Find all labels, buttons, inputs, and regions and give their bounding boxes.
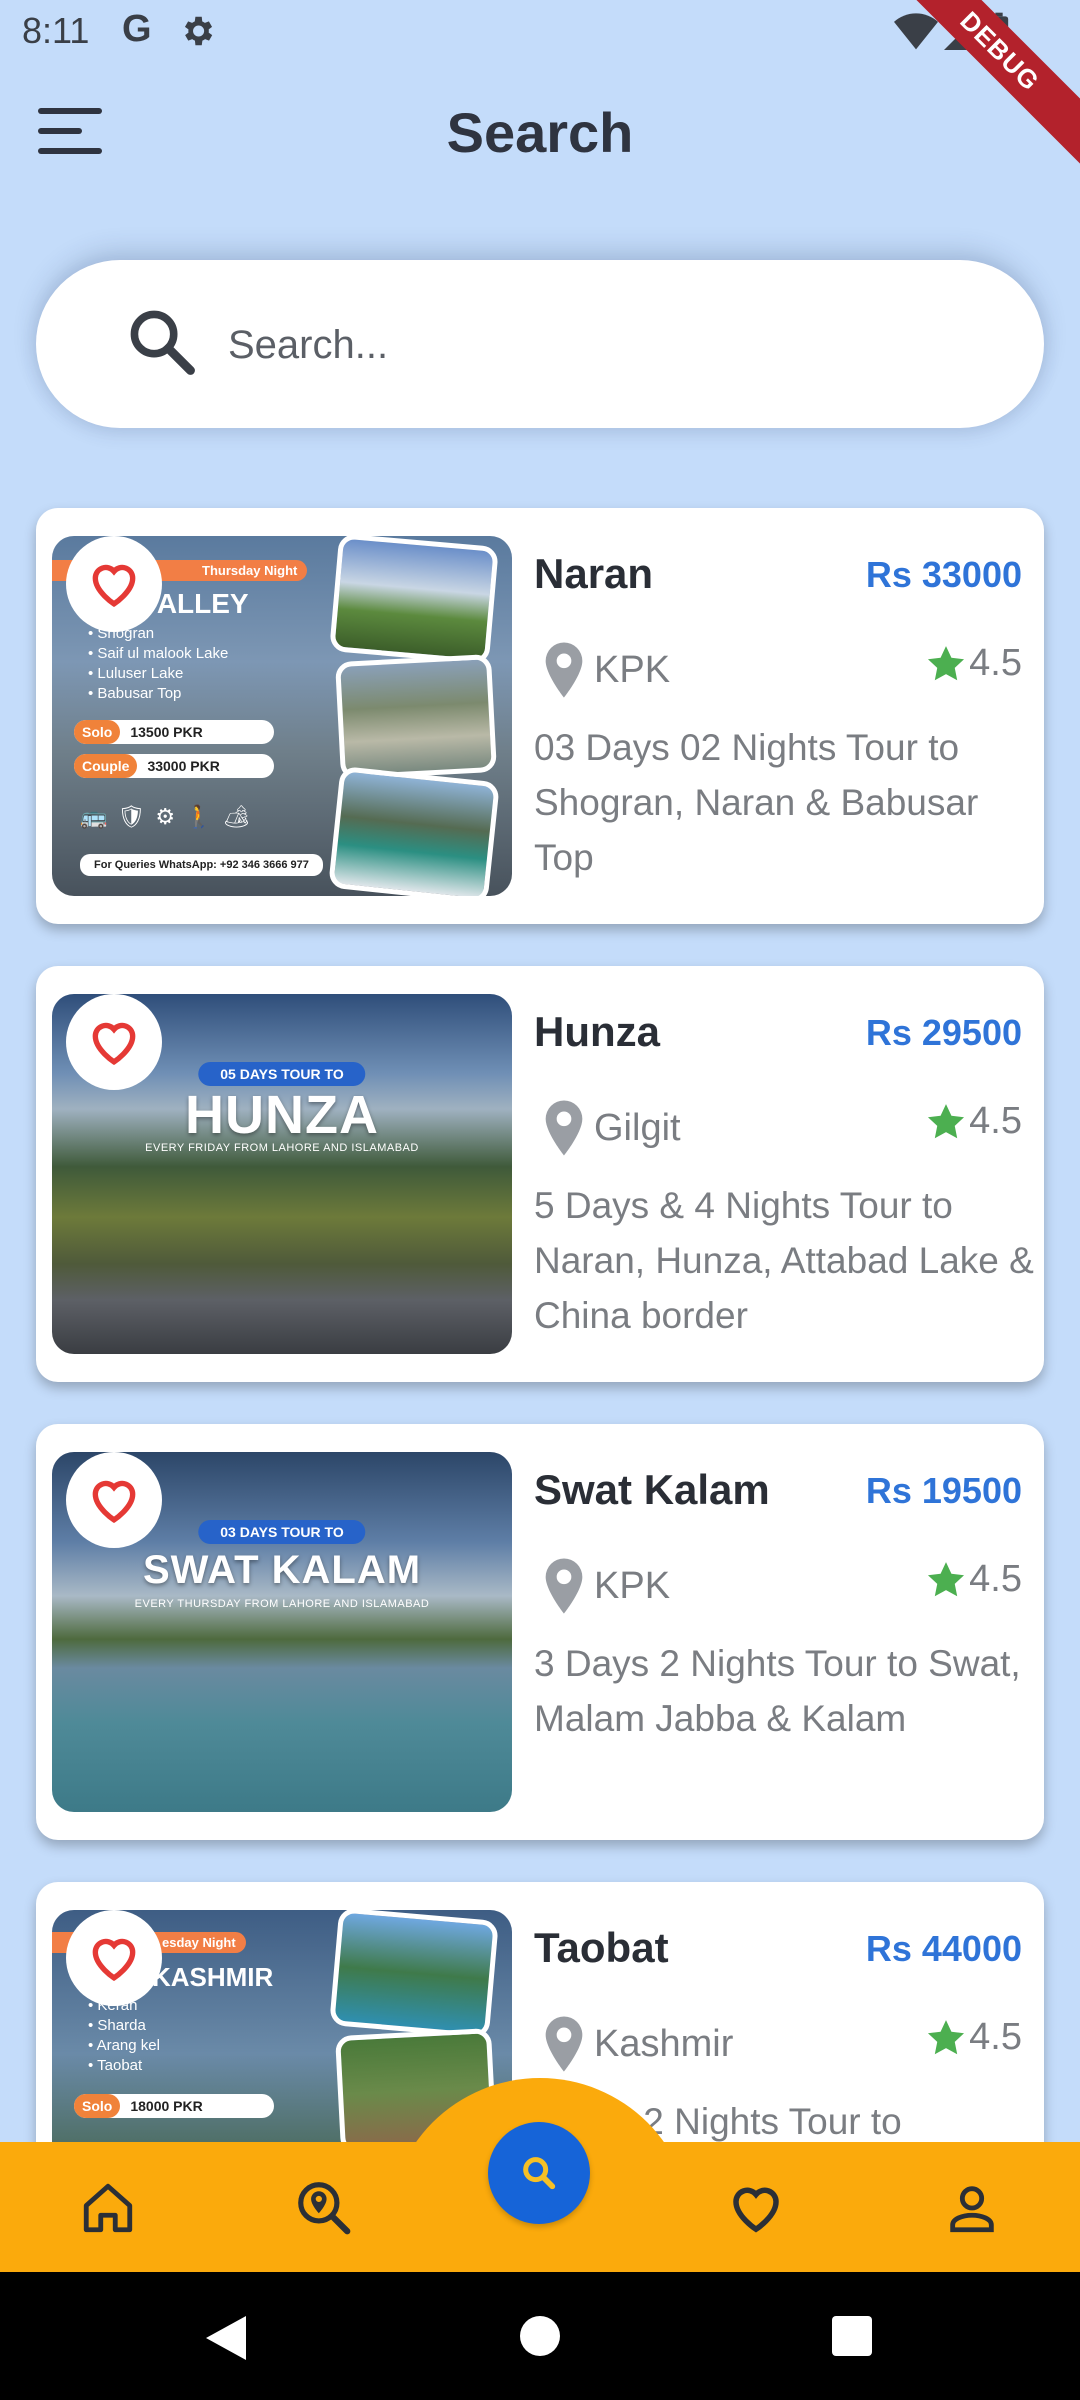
star-icon [928, 1561, 965, 1596]
tour-title: Taobat [534, 1924, 669, 1971]
poster-stop: Sharda [88, 2016, 160, 2036]
solo-price: 13500 PKR [130, 724, 203, 740]
poster-stop: Luluser Lake [88, 664, 228, 684]
couple-tag: Couple [74, 754, 138, 778]
person-icon [950, 2186, 994, 2233]
search-icon [523, 2157, 556, 2190]
favorite-button[interactable] [66, 994, 162, 1090]
search-icon [124, 304, 200, 385]
rating-text: 4.5 [969, 1100, 1022, 1142]
location-pin-icon [545, 2016, 583, 2072]
photo-tile [335, 653, 497, 781]
recents-icon[interactable] [832, 2316, 872, 2356]
solo-price-pill: Solo 13500 PKR [74, 720, 274, 744]
tour-price: Rs 29500 [865, 1012, 1022, 1053]
poster-stops: Shogran Saif ul malook Lake Luluser Lake… [88, 624, 228, 704]
poster-contact: For Queries WhatsApp: +92 346 3666 977 [80, 854, 323, 876]
poster-subtitle: EVERY FRIDAY FROM LAHORE AND ISLAMABAD [145, 1142, 419, 1154]
poster-heading: SWAT KALAM [142, 1548, 422, 1592]
poster-badge: 03 DAYS TOUR TO [198, 1520, 366, 1544]
tour-description: ys 2 Nights Tour to [596, 2101, 902, 2142]
tour-location: KPK [542, 1558, 670, 1614]
wifi-icon [894, 13, 938, 50]
poster-stop: Taobat [88, 2056, 160, 2076]
tour-rating: 4.5 [925, 2016, 1022, 2059]
poster-heading: HUNZA [185, 1085, 379, 1145]
heart-icon [92, 1938, 136, 1982]
poster-stop: Babusar Top [88, 684, 228, 704]
favorite-button[interactable] [66, 1910, 162, 2006]
tour-description: 5 Days & 4 Nights Tour to Naran, Hunza, … [534, 1185, 1034, 1336]
rating-text: 4.5 [969, 1558, 1022, 1600]
rating-text: 4.5 [969, 2016, 1022, 2058]
tour-rating: 4.5 [925, 1558, 1022, 1601]
tour-price: Rs 19500 [865, 1470, 1022, 1511]
tour-location: KPK [542, 642, 670, 698]
heart-icon [92, 1480, 136, 1524]
photo-tile [329, 1910, 499, 2039]
tour-price: Rs 33000 [865, 554, 1022, 595]
google-icon: G [122, 8, 152, 50]
tour-location: Gilgit [542, 1100, 681, 1156]
location-text: Kashmir [594, 2022, 734, 2065]
tour-title: Hunza [534, 1008, 660, 1055]
tour-card-naran[interactable]: Thursday Night AN VALLEY Shogran Saif ul… [36, 508, 1044, 924]
search-fab[interactable] [488, 2122, 590, 2224]
location-text: KPK [594, 648, 671, 691]
rating-text: 4.5 [969, 642, 1022, 684]
nav-favorites[interactable] [720, 2172, 792, 2244]
photo-tile [328, 765, 500, 896]
poster-stops: Keran Sharda Arang kel Taobat [88, 1996, 160, 2076]
photo-tile [329, 536, 499, 665]
star-icon [928, 1103, 965, 1138]
star-icon [928, 2019, 965, 2054]
nav-profile[interactable] [936, 2172, 1008, 2244]
favorite-button[interactable] [66, 536, 162, 632]
solo-tag: Solo [74, 2094, 121, 2118]
home-button-icon[interactable] [520, 2316, 560, 2356]
tour-card-hunza[interactable]: 05 DAYS TOUR TO HUNZA EVERY FRIDAY FROM … [36, 966, 1044, 1382]
heart-icon [733, 2187, 779, 2233]
status-time: 8:11 [22, 10, 90, 51]
couple-price: 33000 PKR [147, 758, 220, 774]
poster-stop: Saif ul malook Lake [88, 644, 228, 664]
poster-stop: Arang kel [88, 2036, 160, 2056]
location-text: Gilgit [594, 1106, 681, 1149]
heart-icon [92, 1022, 136, 1066]
tour-description: 3 Days 2 Nights Tour to Swat, Malam Jabb… [534, 1643, 1021, 1739]
nav-explore[interactable] [288, 2172, 360, 2244]
location-pin-icon [545, 1100, 583, 1156]
location-pin-icon [545, 642, 583, 698]
tour-title: Naran [534, 550, 654, 597]
search-location-icon [298, 2182, 351, 2235]
poster-badge: 05 DAYS TOUR TO [198, 1062, 366, 1086]
star-icon [928, 645, 965, 680]
solo-price: 18000 PKR [130, 2098, 203, 2114]
search-input[interactable] [226, 300, 990, 390]
tour-title: Swat Kalam [534, 1466, 770, 1513]
page-title: Search [446, 101, 634, 164]
poster-subtitle: EVERY THURSDAY FROM LAHORE AND ISLAMABAD [134, 1598, 430, 1610]
couple-price-pill: Couple 33000 PKR [74, 754, 274, 778]
status-bar: 8:11 G DEBUG [0, 0, 1080, 174]
tour-location: Kashmir [542, 2016, 733, 2072]
home-icon [83, 2183, 133, 2233]
nav-home[interactable] [72, 2172, 144, 2244]
heart-icon [92, 564, 136, 608]
tour-card-swat-kalam[interactable]: 03 DAYS TOUR TO SWAT KALAM EVERY THURSDA… [36, 1424, 1044, 1840]
tour-description: 03 Days 02 Nights Tour to Shogran, Naran… [534, 727, 979, 878]
tour-price: Rs 44000 [865, 1928, 1022, 1969]
search-box[interactable] [36, 260, 1044, 428]
location-pin-icon [545, 1558, 583, 1614]
solo-tag: Solo [74, 720, 121, 744]
location-text: KPK [594, 1564, 671, 1607]
amenity-icons: 🚌🛡⚙🚶🏕 [80, 804, 261, 829]
tour-rating: 4.5 [925, 642, 1022, 685]
back-icon[interactable] [206, 2316, 246, 2365]
solo-price-pill: Solo 18000 PKR [74, 2094, 274, 2118]
favorite-button[interactable] [66, 1452, 162, 1548]
settings-gear-icon [178, 12, 216, 55]
tour-rating: 4.5 [925, 1100, 1022, 1143]
